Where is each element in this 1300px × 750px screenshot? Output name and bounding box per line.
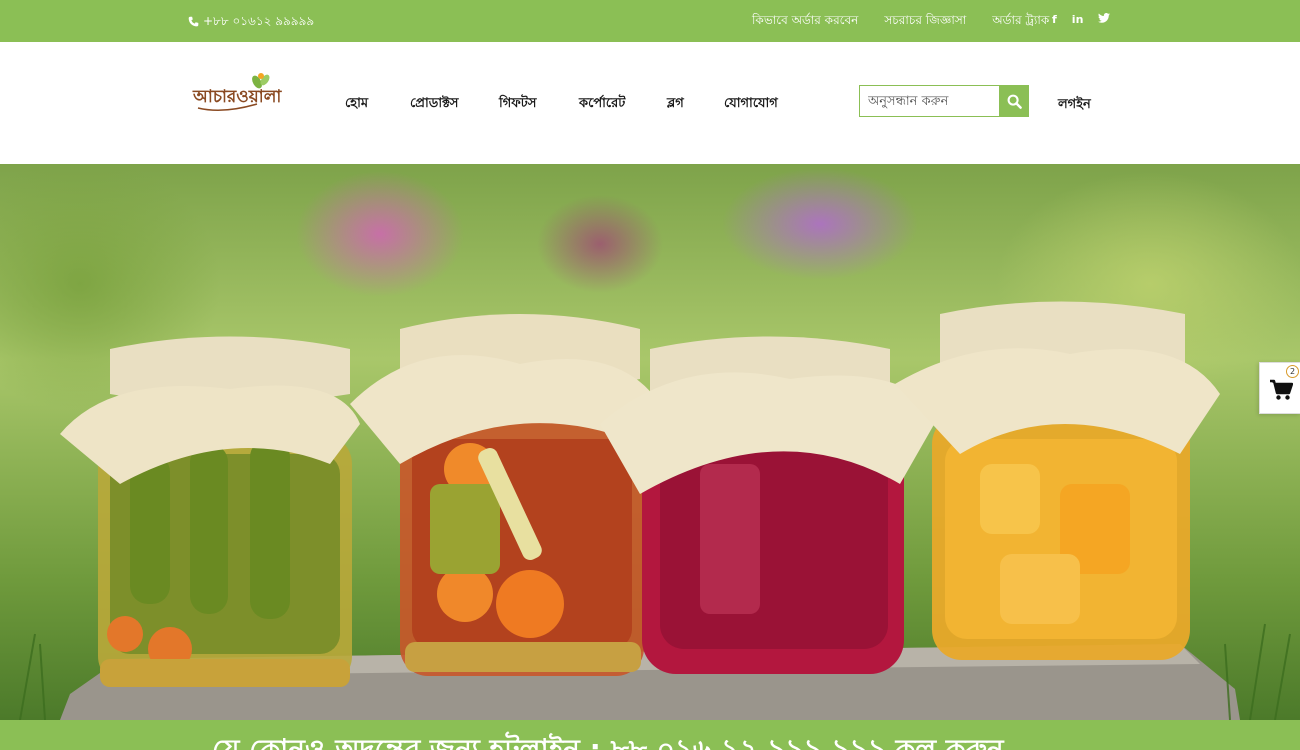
floating-cart[interactable]: 2 [1259,362,1300,414]
main-header: আচারওয়ালা হোম প্রোডাক্টস গিফটস কর্পোরেট… [0,42,1300,164]
nav-gifts[interactable]: গিফটস [499,94,579,115]
search-input[interactable] [859,85,999,117]
pickle-jars-illustration [19,301,1291,720]
search-icon [1007,94,1022,109]
hero-banner-image [0,164,1300,720]
twitter-icon[interactable] [1098,13,1111,26]
search-box [859,85,1029,117]
site-logo[interactable]: আচারওয়ালা [193,70,281,120]
jar-mango [895,301,1220,660]
link-faq[interactable]: সচরাচর জিজ্ঞাসা [884,12,966,32]
top-bar: +৮৮ ০১৬১২ ৯৯৯৯৯ কিভাবে অর্ডার করবেন সচরা… [0,0,1300,42]
phone-number: +৮৮ ০১৬১২ ৯৯৯৯৯ [203,14,315,28]
nav-blog[interactable]: ব্লগ [667,94,724,115]
jar-beetroot [600,336,940,674]
hotline-bar: যে কোনও অদন্তের জন্য হটলাইন : ৮৮ ০১৬ ১২ … [0,720,1300,750]
phone-contact[interactable]: +৮৮ ০১৬১২ ৯৯৯৯৯ [188,13,314,33]
social-links: f in [1052,13,1111,26]
cart-icon [1270,379,1293,400]
link-how-to-order[interactable]: কিভাবে অর্ডার করবেন [752,12,858,32]
search-button[interactable] [999,85,1029,117]
top-links: কিভাবে অর্ডার করবেন সচরাচর জিজ্ঞাসা অর্ড… [752,12,1049,32]
link-order-track[interactable]: অর্ডার ট্র্যাক [992,12,1049,32]
nav-corporate[interactable]: কর্পোরেট [579,94,667,115]
jar-pickles [60,336,360,687]
cart-count-badge: 2 [1286,365,1299,378]
nav-home[interactable]: হোম [345,94,410,115]
logo-text: আচারওয়ালা [193,87,282,107]
linkedin-icon[interactable]: in [1072,13,1084,26]
main-nav: হোম প্রোডাক্টস গিফটস কর্পোরেট ব্লগ যোগায… [345,94,794,115]
login-link[interactable]: লগইন [1058,95,1091,116]
facebook-icon[interactable]: f [1052,13,1057,26]
nav-contact[interactable]: যোগাযোগ [724,94,794,115]
jar-carrots [350,314,660,676]
hotline-text: যে কোনও অদন্তের জন্য হটলাইন : ৮৮ ০১৬ ১২ … [212,733,1004,750]
nav-products[interactable]: প্রোডাক্টস [410,94,499,115]
phone-icon [188,16,199,30]
